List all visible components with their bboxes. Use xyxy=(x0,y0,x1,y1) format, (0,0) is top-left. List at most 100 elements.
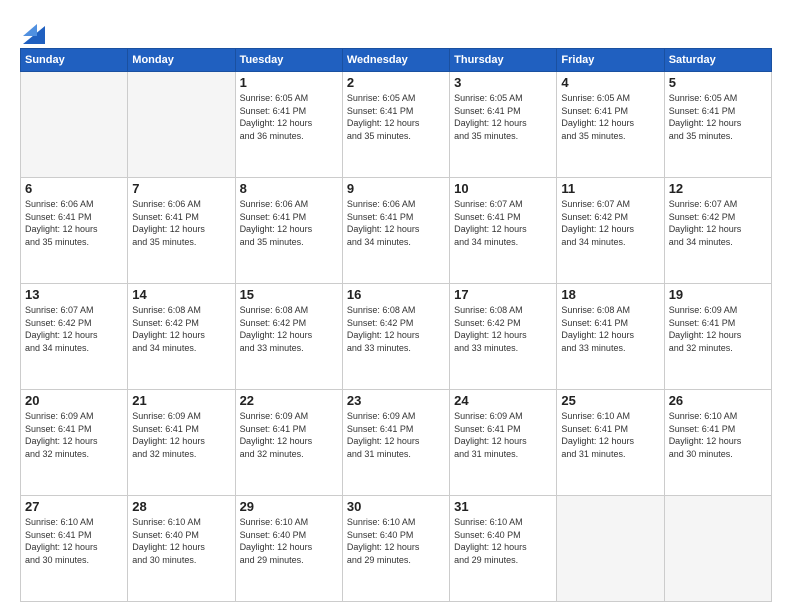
calendar-cell: 21Sunrise: 6:09 AMSunset: 6:41 PMDayligh… xyxy=(128,390,235,496)
day-number: 22 xyxy=(240,393,338,408)
day-number: 25 xyxy=(561,393,659,408)
day-info: Sunrise: 6:05 AMSunset: 6:41 PMDaylight:… xyxy=(454,92,552,142)
day-number: 6 xyxy=(25,181,123,196)
day-number: 23 xyxy=(347,393,445,408)
day-info: Sunrise: 6:05 AMSunset: 6:41 PMDaylight:… xyxy=(669,92,767,142)
day-info: Sunrise: 6:05 AMSunset: 6:41 PMDaylight:… xyxy=(561,92,659,142)
calendar-cell: 16 Sunrise: 6:08 AMSunset: 6:42 PMDayligh… xyxy=(342,284,449,390)
calendar-header-tuesday: Tuesday xyxy=(235,49,342,72)
day-number: 12 xyxy=(669,181,767,196)
day-info: Sunrise: 6:10 AMSunset: 6:41 PMDaylight:… xyxy=(25,516,123,566)
calendar-cell: 7 Sunrise: 6:06 AMSunset: 6:41 PMDaylight… xyxy=(128,178,235,284)
calendar-week-row: 6 Sunrise: 6:06 AMSunset: 6:41 PMDaylight… xyxy=(21,178,772,284)
day-number: 1 xyxy=(240,75,338,90)
calendar-cell: 19Sunrise: 6:09 AMSunset: 6:41 PMDayligh… xyxy=(664,284,771,390)
day-info: Sunrise: 6:06 AMSunset: 6:41 PMDaylight:… xyxy=(347,198,445,248)
day-info: Sunrise: 6:08 AMSunset: 6:42 PMDaylight:… xyxy=(454,304,552,354)
day-info: Sunrise: 6:06 AMSunset: 6:41 PMDaylight:… xyxy=(25,198,123,248)
day-info: Sunrise: 6:08 AMSunset: 6:42 PMDaylight:… xyxy=(132,304,230,354)
calendar-cell: 27 Sunrise: 6:10 AMSunset: 6:41 PMDayligh… xyxy=(21,496,128,602)
day-info: Sunrise: 6:10 AMSunset: 6:40 PMDaylight:… xyxy=(347,516,445,566)
day-number: 29 xyxy=(240,499,338,514)
day-number: 2 xyxy=(347,75,445,90)
calendar-cell: 20Sunrise: 6:09 AMSunset: 6:41 PMDayligh… xyxy=(21,390,128,496)
day-info: Sunrise: 6:09 AMSunset: 6:41 PMDaylight:… xyxy=(132,410,230,460)
calendar-cell: 8 Sunrise: 6:06 AMSunset: 6:41 PMDaylight… xyxy=(235,178,342,284)
calendar-cell: 2 Sunrise: 6:05 AMSunset: 6:41 PMDaylight… xyxy=(342,72,449,178)
calendar-cell: 22 Sunrise: 6:09 AMSunset: 6:41 PMDayligh… xyxy=(235,390,342,496)
calendar-cell: 14Sunrise: 6:08 AMSunset: 6:42 PMDayligh… xyxy=(128,284,235,390)
day-number: 3 xyxy=(454,75,552,90)
day-info: Sunrise: 6:10 AMSunset: 6:40 PMDaylight:… xyxy=(454,516,552,566)
day-info: Sunrise: 6:09 AMSunset: 6:41 PMDaylight:… xyxy=(240,410,338,460)
calendar-cell: 31 Sunrise: 6:10 AMSunset: 6:40 PMDayligh… xyxy=(450,496,557,602)
calendar-cell xyxy=(664,496,771,602)
calendar-cell: 17 Sunrise: 6:08 AMSunset: 6:42 PMDayligh… xyxy=(450,284,557,390)
day-number: 8 xyxy=(240,181,338,196)
calendar-cell xyxy=(128,72,235,178)
day-number: 4 xyxy=(561,75,659,90)
calendar-cell: 9 Sunrise: 6:06 AMSunset: 6:41 PMDaylight… xyxy=(342,178,449,284)
day-info: Sunrise: 6:07 AMSunset: 6:42 PMDaylight:… xyxy=(669,198,767,248)
calendar-cell: 3 Sunrise: 6:05 AMSunset: 6:41 PMDaylight… xyxy=(450,72,557,178)
day-number: 28 xyxy=(132,499,230,514)
calendar-cell: 26 Sunrise: 6:10 AMSunset: 6:41 PMDayligh… xyxy=(664,390,771,496)
calendar-cell: 11 Sunrise: 6:07 AMSunset: 6:42 PMDayligh… xyxy=(557,178,664,284)
day-info: Sunrise: 6:10 AMSunset: 6:41 PMDaylight:… xyxy=(669,410,767,460)
day-info: Sunrise: 6:08 AMSunset: 6:42 PMDaylight:… xyxy=(240,304,338,354)
calendar-week-row: 27 Sunrise: 6:10 AMSunset: 6:41 PMDayligh… xyxy=(21,496,772,602)
day-info: Sunrise: 6:07 AMSunset: 6:42 PMDaylight:… xyxy=(561,198,659,248)
day-number: 15 xyxy=(240,287,338,302)
day-number: 5 xyxy=(669,75,767,90)
calendar-week-row: 1 Sunrise: 6:05 AMSunset: 6:41 PMDaylight… xyxy=(21,72,772,178)
calendar-header-thursday: Thursday xyxy=(450,49,557,72)
day-info: Sunrise: 6:06 AMSunset: 6:41 PMDaylight:… xyxy=(240,198,338,248)
calendar-cell: 25 Sunrise: 6:10 AMSunset: 6:41 PMDayligh… xyxy=(557,390,664,496)
day-info: Sunrise: 6:07 AMSunset: 6:41 PMDaylight:… xyxy=(454,198,552,248)
day-number: 17 xyxy=(454,287,552,302)
day-number: 7 xyxy=(132,181,230,196)
day-number: 10 xyxy=(454,181,552,196)
calendar-cell: 29Sunrise: 6:10 AMSunset: 6:40 PMDayligh… xyxy=(235,496,342,602)
calendar-cell: 5 Sunrise: 6:05 AMSunset: 6:41 PMDaylight… xyxy=(664,72,771,178)
day-info: Sunrise: 6:10 AMSunset: 6:41 PMDaylight:… xyxy=(561,410,659,460)
day-info: Sunrise: 6:10 AMSunset: 6:40 PMDaylight:… xyxy=(132,516,230,566)
calendar-header-saturday: Saturday xyxy=(664,49,771,72)
calendar-cell: 10 Sunrise: 6:07 AMSunset: 6:41 PMDayligh… xyxy=(450,178,557,284)
day-number: 11 xyxy=(561,181,659,196)
calendar-cell: 15 Sunrise: 6:08 AMSunset: 6:42 PMDayligh… xyxy=(235,284,342,390)
calendar-table: SundayMondayTuesdayWednesdayThursdayFrid… xyxy=(20,48,772,602)
day-info: Sunrise: 6:08 AMSunset: 6:41 PMDaylight:… xyxy=(561,304,659,354)
day-number: 20 xyxy=(25,393,123,408)
day-info: Sunrise: 6:09 AMSunset: 6:41 PMDaylight:… xyxy=(347,410,445,460)
calendar-cell: 6 Sunrise: 6:06 AMSunset: 6:41 PMDaylight… xyxy=(21,178,128,284)
calendar-cell: 18 Sunrise: 6:08 AMSunset: 6:41 PMDayligh… xyxy=(557,284,664,390)
calendar-cell: 30Sunrise: 6:10 AMSunset: 6:40 PMDayligh… xyxy=(342,496,449,602)
day-number: 9 xyxy=(347,181,445,196)
calendar-cell xyxy=(21,72,128,178)
day-info: Sunrise: 6:08 AMSunset: 6:42 PMDaylight:… xyxy=(347,304,445,354)
day-number: 24 xyxy=(454,393,552,408)
logo-icon xyxy=(23,16,45,44)
calendar-cell: 1 Sunrise: 6:05 AMSunset: 6:41 PMDaylight… xyxy=(235,72,342,178)
day-number: 18 xyxy=(561,287,659,302)
day-number: 27 xyxy=(25,499,123,514)
day-number: 26 xyxy=(669,393,767,408)
day-info: Sunrise: 6:05 AMSunset: 6:41 PMDaylight:… xyxy=(347,92,445,142)
day-number: 16 xyxy=(347,287,445,302)
calendar-header-monday: Monday xyxy=(128,49,235,72)
day-info: Sunrise: 6:07 AMSunset: 6:42 PMDaylight:… xyxy=(25,304,123,354)
calendar-header-sunday: Sunday xyxy=(21,49,128,72)
calendar-week-row: 20 Sunrise: 6:09 AMSunset: 6:41 PMDayligh… xyxy=(21,390,772,496)
day-info: Sunrise: 6:06 AMSunset: 6:41 PMDaylight:… xyxy=(132,198,230,248)
day-number: 13 xyxy=(25,287,123,302)
day-number: 31 xyxy=(454,499,552,514)
calendar-cell xyxy=(557,496,664,602)
day-info: Sunrise: 6:09 AMSunset: 6:41 PMDaylight:… xyxy=(454,410,552,460)
calendar-cell: 4 Sunrise: 6:05 AMSunset: 6:41 PMDaylight… xyxy=(557,72,664,178)
calendar-header-row: SundayMondayTuesdayWednesdayThursdayFrid… xyxy=(21,49,772,72)
calendar-cell: 24 Sunrise: 6:09 AMSunset: 6:41 PMDayligh… xyxy=(450,390,557,496)
calendar-cell: 12 Sunrise: 6:07 AMSunset: 6:42 PMDayligh… xyxy=(664,178,771,284)
day-info: Sunrise: 6:05 AMSunset: 6:41 PMDaylight:… xyxy=(240,92,338,142)
page-header xyxy=(20,16,772,44)
